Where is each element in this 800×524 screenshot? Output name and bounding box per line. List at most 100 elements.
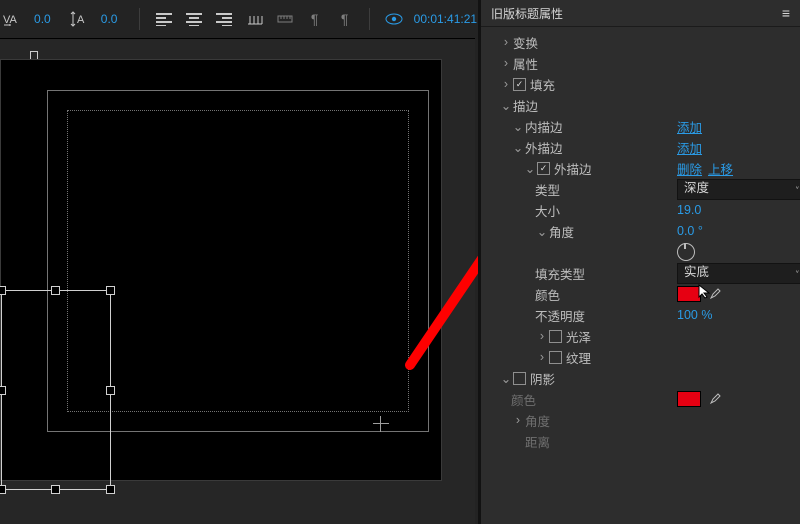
shadow-color-row: 颜色 <box>487 389 794 409</box>
twirl-icon[interactable] <box>511 140 525 155</box>
divider <box>369 8 370 30</box>
align-center-icon[interactable] <box>184 8 204 30</box>
twirl-icon[interactable] <box>499 35 513 49</box>
kerning-icon[interactable]: VA <box>2 8 22 30</box>
stroke-fill-type-row: 填充类型 实底 <box>487 263 794 283</box>
outer-stroke-delete[interactable]: 删除 <box>677 159 702 178</box>
handle-e[interactable] <box>106 386 115 395</box>
stroke-color-row: 颜色 <box>487 284 794 304</box>
title-safe-guide <box>67 110 409 412</box>
outer-stroke-move-up[interactable]: 上移 <box>708 159 733 178</box>
stroke-size-value[interactable]: 19.0 <box>677 203 701 217</box>
svg-text:A: A <box>77 14 85 26</box>
shadow-distance-row: 距离 <box>487 431 794 451</box>
stroke-opacity-label: 不透明度 <box>535 306 585 325</box>
stroke-opacity-value[interactable]: 100 % <box>677 308 712 322</box>
outer-stroke-label: 外描边 <box>525 138 563 157</box>
twirl-icon[interactable] <box>499 371 513 386</box>
paragraph-ltr-icon[interactable]: ¶ <box>305 8 325 30</box>
panel-body: 变换 属性 ✓ 填充 描边 内描边 添加 <box>481 27 800 458</box>
timecode[interactable]: 00:01:41:21 <box>414 12 477 26</box>
stroke-size-label: 大小 <box>535 201 560 220</box>
twirl-icon[interactable] <box>535 350 549 364</box>
gloss-checkbox[interactable] <box>549 330 562 343</box>
shadow-checkbox[interactable] <box>513 372 526 385</box>
stroke-texture-row[interactable]: 纹理 <box>487 347 794 367</box>
section-fill[interactable]: ✓ 填充 <box>487 74 794 94</box>
texture-checkbox[interactable] <box>549 351 562 364</box>
stroke-opacity-row: 不透明度 100 % <box>487 305 794 325</box>
stroke-fill-type-label: 填充类型 <box>535 264 585 283</box>
twirl-icon[interactable] <box>523 161 537 176</box>
handle-ne[interactable] <box>106 286 115 295</box>
title-canvas[interactable]: 静 静 <box>0 38 475 524</box>
stroke-texture-label: 纹理 <box>566 348 591 367</box>
section-label: 阴影 <box>530 369 555 388</box>
stroke-gloss-row[interactable]: 光泽 <box>487 326 794 346</box>
canvas-stage[interactable]: 静 静 <box>0 59 442 481</box>
handle-w[interactable] <box>0 386 6 395</box>
shadow-color-swatch[interactable] <box>677 391 701 407</box>
stroke-type-label: 类型 <box>535 180 560 199</box>
twirl-icon[interactable] <box>511 119 525 134</box>
handle-nw[interactable] <box>0 286 6 295</box>
section-transform[interactable]: 变换 <box>487 32 794 52</box>
stroke-color-swatch[interactable] <box>677 286 701 302</box>
twirl-icon[interactable] <box>511 413 525 427</box>
handle-s[interactable] <box>51 485 60 494</box>
stroke-type-select[interactable]: 深度 <box>677 179 800 200</box>
outer-stroke-add[interactable]: 添加 <box>677 138 702 157</box>
twirl-icon[interactable] <box>499 77 513 91</box>
show-video-icon[interactable] <box>384 8 404 30</box>
tab-stops-icon[interactable] <box>245 8 265 30</box>
outer-stroke-checkbox[interactable]: ✓ <box>537 162 550 175</box>
align-right-icon[interactable] <box>214 8 234 30</box>
eyedropper-icon[interactable] <box>707 287 721 301</box>
handle-se[interactable] <box>106 485 115 494</box>
inner-stroke-label: 内描边 <box>525 117 563 136</box>
handle-sw[interactable] <box>0 485 6 494</box>
outer-stroke-item-label: 外描边 <box>554 159 592 178</box>
divider <box>139 8 140 30</box>
shadow-distance-label: 距离 <box>525 432 550 451</box>
kerning-value[interactable]: 0.0 <box>34 12 51 26</box>
twirl-icon[interactable] <box>499 56 513 70</box>
align-left-icon[interactable] <box>154 8 174 30</box>
panel-menu-icon[interactable]: ≡ <box>782 5 790 21</box>
section-label: 填充 <box>530 75 555 94</box>
panel-title: 旧版标题属性 <box>491 5 563 22</box>
stroke-size-row: 大小 19.0 <box>487 200 794 220</box>
section-label: 描边 <box>513 96 538 115</box>
fill-checkbox[interactable]: ✓ <box>513 78 526 91</box>
stroke-angle-label: 角度 <box>549 222 574 241</box>
outer-stroke-row[interactable]: 外描边 添加 <box>487 137 794 157</box>
shadow-color-label: 颜色 <box>511 390 536 409</box>
title-text-object[interactable]: 静 静 <box>1 290 111 490</box>
leading-value[interactable]: 0.0 <box>101 12 118 26</box>
shadow-angle-row[interactable]: 角度 <box>487 410 794 430</box>
twirl-icon[interactable] <box>499 98 513 113</box>
inner-stroke-add[interactable]: 添加 <box>677 117 702 136</box>
leading-icon[interactable]: A <box>69 8 89 30</box>
stroke-type-row: 类型 深度 <box>487 179 794 199</box>
outer-stroke-item-row[interactable]: ✓ 外描边 删除 上移 <box>487 158 794 178</box>
app-root: VA 0.0 A 0.0 ¶ ¶ 00:01:41:21 <box>0 0 800 524</box>
section-attributes[interactable]: 属性 <box>487 53 794 73</box>
stroke-fill-type-select[interactable]: 实底 <box>677 263 800 284</box>
inner-stroke-row[interactable]: 内描边 添加 <box>487 116 794 136</box>
panel-header: 旧版标题属性 ≡ <box>481 0 800 27</box>
section-stroke[interactable]: 描边 <box>487 95 794 115</box>
angle-dial[interactable] <box>677 243 695 261</box>
stroke-angle-value[interactable]: 0.0 ° <box>677 224 703 238</box>
twirl-icon[interactable] <box>535 224 549 239</box>
eyedropper-icon[interactable] <box>707 392 721 406</box>
title-glyphs: 静 静 <box>1 290 111 490</box>
stroke-angle-row[interactable]: 角度 0.0 ° <box>487 221 794 241</box>
paragraph-rtl-icon[interactable]: ¶ <box>335 8 355 30</box>
show-ruler-icon[interactable] <box>275 8 295 30</box>
handle-n[interactable] <box>51 286 60 295</box>
twirl-icon[interactable] <box>535 329 549 343</box>
section-label: 属性 <box>513 54 538 73</box>
shadow-angle-label: 角度 <box>525 411 550 430</box>
section-shadow[interactable]: 阴影 <box>487 368 794 388</box>
